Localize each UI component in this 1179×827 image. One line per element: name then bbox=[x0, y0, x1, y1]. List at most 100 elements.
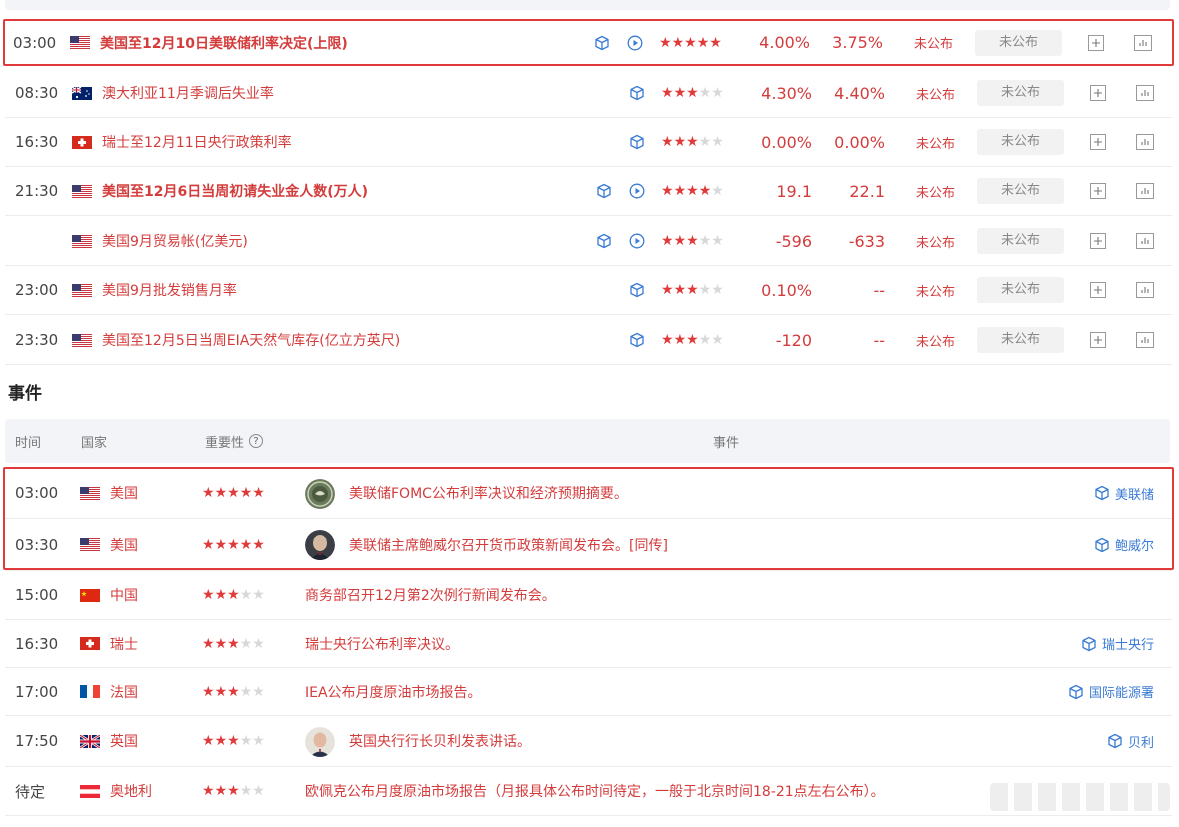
star-filled-icon: ★ bbox=[673, 332, 687, 348]
importance-stars: ★★★★★ bbox=[661, 316, 724, 364]
header-country: 国家 bbox=[81, 435, 108, 451]
indicator-name[interactable]: 美国9月贸易帐(亿美元) bbox=[102, 217, 248, 265]
cube-icon bbox=[1095, 537, 1109, 552]
event-text[interactable]: 欧佩克公布月度原油市场报告（月报具体公布时间待定，一般于北京时间18-21点左右… bbox=[305, 767, 885, 815]
flag-icon bbox=[80, 620, 100, 667]
data-row: 08:30 澳大利亚11月季调后失业率 ★★★★★ 4.30% 4.40% 未公布 未公布 bbox=[5, 69, 1172, 118]
star-filled-icon: ★ bbox=[214, 485, 228, 501]
actual-value: 未公布 bbox=[977, 118, 1064, 166]
play-circle-icon[interactable] bbox=[629, 167, 645, 215]
star-filled-icon: ★ bbox=[673, 134, 687, 150]
plus-box-icon[interactable] bbox=[1090, 266, 1106, 314]
star-filled-icon: ★ bbox=[227, 635, 240, 652]
event-tag-link[interactable]: 瑞士央行 bbox=[1081, 620, 1154, 667]
event-text[interactable]: 英国央行行长贝利发表讲话。 bbox=[349, 716, 531, 766]
star-filled-icon: ★ bbox=[214, 733, 228, 749]
actual-value: 未公布 bbox=[977, 167, 1064, 215]
indicator-name[interactable]: 瑞士至12月11日央行政策利率 bbox=[102, 118, 292, 166]
question-circle-icon[interactable]: ? bbox=[249, 434, 264, 448]
forecast-value: 3.75% bbox=[832, 33, 883, 52]
bar-chart-icon[interactable] bbox=[1136, 118, 1154, 166]
importance-stars: ★★★★★ bbox=[202, 620, 265, 667]
plus-box-icon[interactable] bbox=[1088, 21, 1104, 64]
event-text[interactable]: 美联储FOMC公布利率决议和经济预期摘要。 bbox=[349, 468, 628, 518]
star-empty-icon: ★ bbox=[252, 587, 265, 603]
indicator-name[interactable]: 美国至12月5日当周EIA天然气库存(亿立方英尺) bbox=[102, 316, 400, 364]
event-text[interactable]: IEA公布月度原油市场报告。 bbox=[305, 668, 482, 715]
star-filled-icon: ★ bbox=[227, 783, 240, 799]
event-tag-link[interactable]: 国际能源署 bbox=[1068, 668, 1154, 715]
indicator-name[interactable]: 美国9月批发销售月率 bbox=[102, 266, 237, 314]
plus-box-icon[interactable] bbox=[1090, 167, 1106, 215]
importance-stars: ★★★★★ bbox=[202, 767, 265, 815]
event-row: 15:00 中国 ★★★★★ 商务部召开12月第2次例行新闻发布会。 bbox=[5, 571, 1172, 620]
cube-icon[interactable] bbox=[629, 69, 645, 117]
star-filled-icon: ★ bbox=[709, 34, 722, 51]
actual-value-box: 未公布 bbox=[977, 129, 1064, 155]
star-filled-icon: ★ bbox=[686, 85, 699, 101]
cube-icon bbox=[1082, 636, 1096, 651]
event-text[interactable]: 美联储主席鲍威尔召开货币政策新闻发布会。[同传] bbox=[349, 519, 668, 570]
status-text: 未公布 bbox=[916, 185, 956, 201]
status-text: 未公布 bbox=[916, 235, 956, 251]
event-tag-label: 国际能源署 bbox=[1088, 686, 1154, 701]
star-empty-icon: ★ bbox=[698, 134, 712, 150]
cube-icon[interactable] bbox=[629, 118, 645, 166]
event-text[interactable]: 瑞士央行公布利率决议。 bbox=[305, 620, 459, 667]
bar-chart-icon[interactable] bbox=[1136, 316, 1154, 364]
plus-box-icon[interactable] bbox=[1090, 69, 1106, 117]
previous-value: 4.30% bbox=[761, 83, 812, 103]
cube-icon[interactable] bbox=[629, 266, 645, 314]
forecast-value: -- bbox=[873, 330, 885, 350]
plus-box-icon[interactable] bbox=[1090, 217, 1106, 265]
cube-icon[interactable] bbox=[629, 316, 645, 364]
event-tag-label: 美联储 bbox=[1114, 487, 1154, 503]
indicator-name[interactable]: 美国至12月6日当周初请失业金人数(万人) bbox=[102, 167, 368, 215]
play-circle-icon[interactable] bbox=[627, 21, 643, 64]
event-text[interactable]: 商务部召开12月第2次例行新闻发布会。 bbox=[305, 571, 556, 619]
fed-seal-avatar bbox=[305, 478, 335, 509]
star-filled-icon: ★ bbox=[214, 635, 228, 652]
actual-value: 未公布 bbox=[977, 316, 1064, 364]
plus-box-icon[interactable] bbox=[1090, 118, 1106, 166]
indicator-name[interactable]: 澳大利亚11月季调后失业率 bbox=[102, 69, 274, 117]
star-filled-icon: ★ bbox=[673, 282, 687, 298]
indicator-name[interactable]: 美国至12月10日美联储利率决定(上限) bbox=[100, 21, 348, 64]
bar-chart-icon[interactable] bbox=[1134, 21, 1152, 64]
star-filled-icon: ★ bbox=[659, 34, 672, 51]
importance-stars: ★★★★★ bbox=[202, 668, 265, 715]
flag-icon bbox=[72, 167, 92, 215]
star-empty-icon: ★ bbox=[252, 635, 265, 652]
bar-chart-icon[interactable] bbox=[1136, 69, 1154, 117]
star-empty-icon: ★ bbox=[252, 783, 265, 799]
flag-icon bbox=[80, 571, 100, 619]
cube-icon[interactable] bbox=[594, 21, 610, 64]
row-time: 03:00 bbox=[15, 484, 59, 502]
actual-value-box: 未公布 bbox=[975, 29, 1062, 56]
star-filled-icon: ★ bbox=[202, 683, 215, 700]
star-filled-icon: ★ bbox=[686, 233, 699, 249]
cube-icon bbox=[1069, 684, 1083, 699]
country-name: 瑞士 bbox=[110, 636, 138, 653]
importance-stars: ★★★★★ bbox=[661, 266, 724, 314]
event-tag-link[interactable]: 鲍威尔 bbox=[1094, 519, 1154, 570]
star-filled-icon: ★ bbox=[661, 332, 674, 348]
forecast-value: -- bbox=[873, 280, 885, 300]
event-tag-link[interactable]: 贝利 bbox=[1107, 716, 1154, 766]
previous-value: 4.00% bbox=[759, 33, 810, 52]
flag-icon bbox=[80, 668, 100, 715]
bar-chart-icon[interactable] bbox=[1136, 266, 1154, 314]
cube-icon[interactable] bbox=[596, 217, 612, 265]
bar-chart-icon[interactable] bbox=[1136, 167, 1154, 215]
event-tag-link[interactable]: 美联储 bbox=[1094, 468, 1154, 518]
play-circle-icon[interactable] bbox=[629, 217, 645, 265]
star-filled-icon: ★ bbox=[673, 233, 687, 249]
plus-box-icon[interactable] bbox=[1090, 316, 1106, 364]
cube-icon[interactable] bbox=[596, 167, 612, 215]
forecast-value: 22.1 bbox=[849, 181, 885, 201]
event-row: 03:30 美国 ★★★★★ 美联储主席鲍威尔召开货币政策新闻发布会。[同传] 鲍威尔 bbox=[5, 519, 1172, 571]
flag-icon bbox=[72, 266, 92, 314]
event-row: 17:50 英国 ★★★★★ 英国央行行长贝利发表讲话。 贝利 bbox=[5, 716, 1172, 767]
bar-chart-icon[interactable] bbox=[1136, 217, 1154, 265]
actual-value-box: 未公布 bbox=[977, 327, 1064, 353]
